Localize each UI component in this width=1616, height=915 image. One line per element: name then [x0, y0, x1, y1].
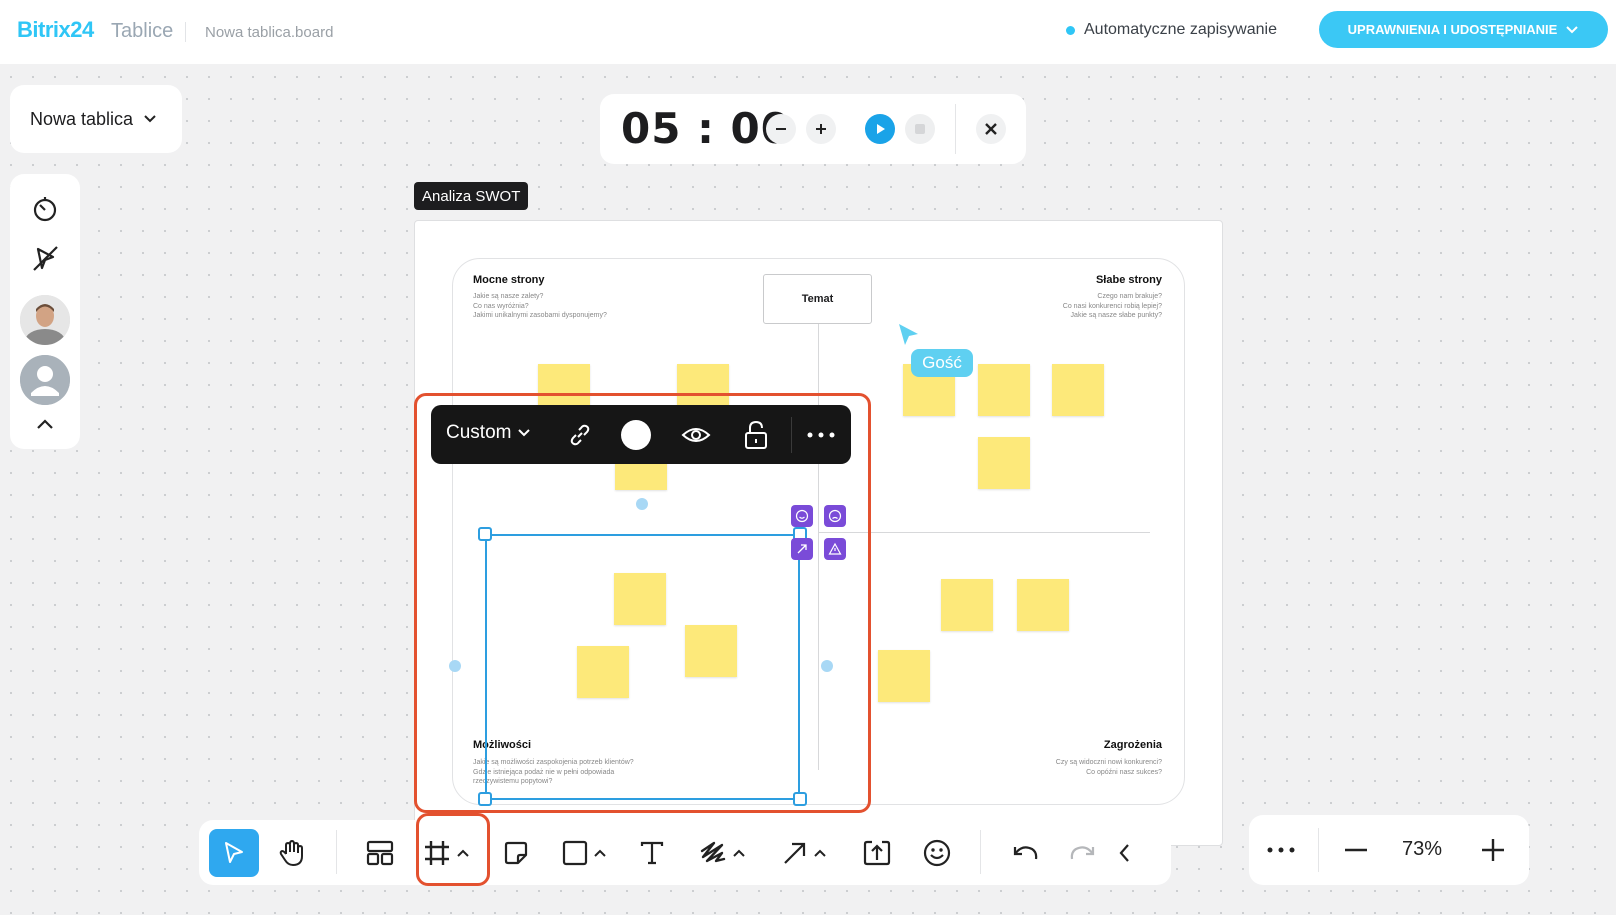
chevron-down-icon: [1566, 25, 1579, 33]
guest-cursor-label: Gość: [911, 349, 973, 377]
topic-box[interactable]: Temat: [763, 274, 872, 324]
select-tool[interactable]: [209, 829, 259, 877]
text-icon: [640, 841, 664, 865]
sticky-note-icon: [504, 841, 528, 865]
unlock-icon[interactable]: [740, 419, 772, 451]
zoom-level[interactable]: 73%: [1402, 838, 1442, 861]
brand-logo[interactable]: Bitrix24: [17, 17, 94, 43]
toolbar-divider: [336, 830, 337, 874]
upload-tool[interactable]: [854, 829, 900, 877]
frame-label[interactable]: Analiza SWOT: [414, 182, 529, 210]
sticky-note[interactable]: [978, 364, 1030, 416]
timer-widget: 05 : 00: [600, 94, 1026, 164]
upload-icon: [863, 840, 891, 866]
chevron-up-icon: [733, 849, 745, 857]
hand-icon: [279, 840, 303, 866]
preset-dropdown[interactable]: Custom: [446, 422, 531, 444]
redo-icon: [1070, 846, 1095, 860]
scribble-icon: [700, 841, 726, 863]
context-toolbar: Custom: [431, 405, 851, 464]
hand-tool[interactable]: [269, 829, 315, 877]
zoom-in-button[interactable]: [1471, 826, 1515, 874]
user-avatar[interactable]: [20, 295, 70, 345]
square-icon: [562, 840, 588, 866]
chevron-left-icon: [1119, 844, 1129, 862]
undo-icon: [1013, 846, 1038, 860]
preset-label: Custom: [446, 422, 512, 443]
timer-icon[interactable]: [26, 190, 64, 228]
pen-tool[interactable]: [691, 829, 753, 877]
context-toolbar-divider: [791, 417, 792, 453]
arrow-icon: [784, 842, 806, 864]
chevron-up-icon[interactable]: [26, 405, 64, 443]
hide-cursors-icon[interactable]: [26, 239, 64, 277]
header-divider: [185, 22, 186, 42]
top-header: Bitrix24 Tablice Nowa tablica.board Auto…: [0, 0, 1616, 64]
sticky-note[interactable]: [978, 437, 1030, 489]
sticky-note-tool[interactable]: [493, 829, 539, 877]
timer-plus-button[interactable]: [806, 114, 836, 144]
sticky-note[interactable]: [1052, 364, 1104, 416]
guest-avatar[interactable]: [20, 355, 70, 405]
more-options-icon[interactable]: [805, 419, 837, 451]
board-file-name[interactable]: Nowa tablica.board: [205, 24, 333, 41]
plus-icon: [1482, 839, 1504, 861]
layout-icon: [366, 840, 394, 866]
zoom-divider: [1318, 828, 1319, 872]
smile-icon: [923, 839, 951, 867]
link-icon[interactable]: [564, 419, 596, 451]
visibility-eye-icon[interactable]: [680, 419, 712, 451]
strengths-description: Jakie są nasze zalety? Co nas wyróżnia? …: [473, 293, 607, 319]
zoom-out-button[interactable]: [1334, 826, 1378, 874]
chevron-down-icon: [518, 429, 531, 437]
more-options-icon: [1267, 847, 1295, 853]
autosave-status: Automatyczne zapisywanie: [1066, 21, 1277, 39]
toolbar-divider: [980, 830, 981, 874]
templates-tool[interactable]: [357, 829, 403, 877]
share-button-label: UPRAWNIENIA I UDOSTĘPNIANIE: [1347, 22, 1558, 37]
color-picker-button[interactable]: [620, 419, 652, 451]
timer-play-button[interactable]: [865, 114, 895, 144]
emoji-tool[interactable]: [914, 829, 960, 877]
product-name: Tablice: [111, 20, 174, 42]
pointer-icon: [225, 842, 243, 863]
text-tool[interactable]: [629, 829, 675, 877]
minus-icon: [1345, 848, 1367, 852]
board-name-dropdown[interactable]: Nowa tablica: [10, 85, 182, 153]
highlight-annotation: [416, 813, 490, 886]
collapse-toolbar-button[interactable]: [1111, 829, 1139, 877]
more-menu-button[interactable]: [1259, 826, 1303, 874]
undo-button[interactable]: [1002, 829, 1048, 877]
weaknesses-title: Słabe strony: [1095, 274, 1162, 286]
shape-tool[interactable]: [553, 829, 615, 877]
bottom-toolbar: [199, 820, 1171, 885]
connector-tool[interactable]: [773, 829, 835, 877]
weaknesses-description: Czego nam brakuje? Co nasi konkurenci ro…: [1062, 293, 1162, 319]
zoom-controls: 73%: [1249, 815, 1529, 885]
threats-title: Zagrożenia: [1103, 739, 1162, 751]
autosave-dot-icon: [1066, 25, 1075, 35]
board-name-label: Nowa tablica: [30, 108, 134, 129]
guest-cursor-icon: [899, 324, 918, 345]
sticky-note[interactable]: [941, 579, 993, 631]
sticky-note[interactable]: [878, 650, 930, 702]
strengths-title: Mocne strony: [473, 274, 545, 286]
threats-description: Czy są widoczni nowi konkurenci? Co opóź…: [1055, 759, 1162, 776]
timer-divider: [955, 104, 956, 154]
chevron-up-icon: [814, 849, 826, 857]
chevron-up-icon: [594, 849, 606, 857]
autosave-label: Automatyczne zapisywanie: [1084, 21, 1277, 38]
permissions-share-button[interactable]: UPRAWNIENIA I UDOSTĘPNIANIE: [1319, 11, 1608, 48]
chevron-down-icon: [144, 115, 156, 123]
timer-stop-button[interactable]: [905, 114, 935, 144]
left-side-panel: [10, 174, 80, 449]
timer-minus-button[interactable]: [766, 114, 796, 144]
timer-close-button[interactable]: [976, 114, 1006, 144]
sticky-note[interactable]: [1017, 579, 1069, 631]
redo-button[interactable]: [1060, 829, 1106, 877]
